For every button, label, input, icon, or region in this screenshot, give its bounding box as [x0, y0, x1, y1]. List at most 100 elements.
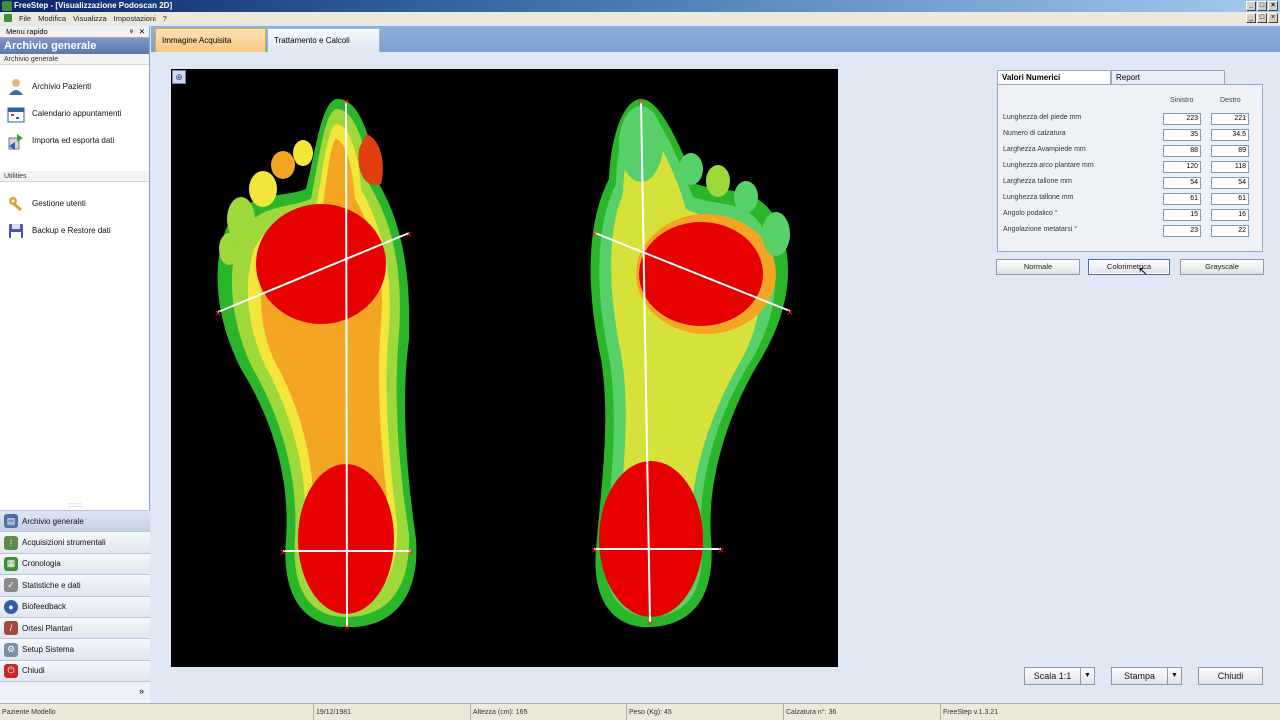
status-patient: Paziente Modello	[2, 709, 56, 716]
section-utilities: Utilities	[0, 171, 149, 182]
menu-bar: File Modifica Visualizza Impostazioni ? …	[0, 12, 1280, 24]
svg-text:×: ×	[646, 619, 654, 629]
biofeedback-icon: ●	[4, 599, 18, 614]
value-label: Lunghezza tallone mm	[1003, 194, 1074, 201]
sidebar-title: Archivio generale	[0, 38, 149, 54]
nav-acquisizioni-strumentali[interactable]: ⁞ Acquisizioni strumentali	[0, 531, 150, 553]
column-destro: Destro	[1220, 97, 1241, 104]
mdi-minimize-button[interactable]: _	[1246, 13, 1256, 23]
value-right-field[interactable]: 118	[1211, 161, 1249, 173]
value-label: Angolazione metatarsi °	[1003, 226, 1078, 233]
value-left-field[interactable]: 54	[1163, 177, 1201, 189]
status-weight: Peso (Kg): 45	[626, 704, 783, 720]
value-label: Angolo podalico °	[1003, 210, 1058, 217]
nav-statistiche[interactable]: ✓ Statistiche e dati	[0, 574, 150, 596]
tab-report[interactable]: Report	[1111, 70, 1225, 84]
nav-label: Archivio generale	[22, 516, 84, 526]
close-button[interactable]: ×	[1268, 1, 1278, 11]
svg-text:×: ×	[343, 623, 351, 633]
value-left-field[interactable]: 23	[1163, 225, 1201, 237]
mdi-close-button[interactable]: ×	[1268, 13, 1278, 23]
svg-text:×: ×	[407, 548, 415, 558]
value-right-field[interactable]: 22	[1211, 225, 1249, 237]
quick-menu-title: Menu rapido	[6, 27, 48, 36]
nav-label: Ortesi Plantari	[22, 623, 73, 633]
nav-biofeedback[interactable]: ● Biofeedback	[0, 595, 150, 617]
statistics-icon: ✓	[4, 578, 18, 593]
maximize-button[interactable]: □	[1257, 1, 1267, 11]
value-left-field[interactable]: 88	[1163, 145, 1201, 157]
close-icon[interactable]: ✕	[139, 26, 145, 38]
patient-icon	[6, 77, 26, 97]
value-left-field[interactable]: 15	[1163, 209, 1201, 221]
value-row: Lunghezza del piede mm 223 221	[1003, 113, 1261, 125]
menu-modifica[interactable]: Modifica	[38, 14, 66, 23]
tab-immagine-acquisita[interactable]: Immagine Acquisita	[155, 28, 266, 52]
column-sinistro: Sinistro	[1170, 97, 1194, 104]
colorimetrica-button[interactable]: Colorimetrica	[1088, 259, 1170, 275]
value-right-field[interactable]: 61	[1211, 193, 1249, 205]
menu-file[interactable]: File	[19, 14, 31, 23]
value-label: Lunghezza arco plantare mm	[1003, 162, 1094, 169]
svg-text:×: ×	[279, 548, 287, 558]
nav-label: Biofeedback	[22, 602, 67, 612]
dropdown-arrow-icon[interactable]: ▼	[1167, 668, 1181, 684]
nav-archivio-generale[interactable]: ▤ Archivio generale	[0, 510, 150, 532]
nav-chiudi[interactable]: ⏻ Chiudi	[0, 659, 150, 682]
normale-button[interactable]: Normale	[996, 259, 1080, 275]
sidebar-item-gestione-utenti[interactable]: Gestione utenti	[0, 190, 149, 217]
dropdown-arrow-icon[interactable]: ▼	[1080, 668, 1094, 684]
value-left-field[interactable]: 120	[1163, 161, 1201, 173]
grayscale-button[interactable]: Grayscale	[1180, 259, 1264, 275]
scale-dropdown-button[interactable]: Scala 1:1 ▼	[1024, 667, 1095, 685]
value-left-field[interactable]: 61	[1163, 193, 1201, 205]
svg-text:×: ×	[214, 309, 222, 319]
quick-menu-sidebar: Menu rapido ᵠ ✕ Archivio generale Archiv…	[0, 26, 150, 704]
tab-valori-numerici[interactable]: Valori Numerici	[997, 70, 1111, 84]
sidebar-item-label: Gestione utenti	[32, 199, 86, 208]
zoom-icon[interactable]: ⊕	[172, 70, 186, 84]
value-right-field[interactable]: 221	[1211, 113, 1249, 125]
value-left-field[interactable]: 223	[1163, 113, 1201, 125]
chevron-icon[interactable]: »	[139, 686, 144, 696]
mdi-restore-button[interactable]: □	[1257, 13, 1267, 23]
nav-cronologia[interactable]: ▦ Cronologia	[0, 552, 150, 575]
footprints-icon: ⁞	[4, 535, 18, 550]
value-right-field[interactable]: 54	[1211, 177, 1249, 189]
archive-icon: ▤	[4, 514, 18, 529]
tab-trattamento-calcoli[interactable]: Trattamento e Calcoli	[267, 28, 380, 52]
setup-icon: ⚙	[4, 642, 18, 657]
value-right-field[interactable]: 34.5	[1211, 129, 1249, 141]
nav-setup-sistema[interactable]: ⚙ Setup Sistema	[0, 638, 150, 660]
nav-label: Statistiche e dati	[22, 580, 81, 590]
value-row: Lunghezza tallone mm 61 61	[1003, 193, 1261, 205]
svg-text:×: ×	[342, 98, 350, 108]
sidebar-item-importa-esporta[interactable]: Importa ed esporta dati	[0, 127, 149, 154]
menu-visualizza[interactable]: Visualizza	[73, 14, 107, 23]
sidebar-item-archivio-pazienti[interactable]: Archivio Pazienti	[0, 73, 149, 100]
status-version: FreeStep v.1.3.21	[940, 704, 1280, 720]
left-foot-print	[217, 98, 417, 628]
value-row: Numero di calzatura 35 34.5	[1003, 129, 1261, 141]
value-left-field[interactable]: 35	[1163, 129, 1201, 141]
minimize-button[interactable]: _	[1246, 1, 1256, 11]
foot-scan-image[interactable]: × × × × × × × × × × × ×	[171, 69, 838, 667]
navigation-pane: :::::::: ▤ Archivio generale ⁞ Acquisizi…	[0, 503, 150, 704]
print-dropdown-button[interactable]: Stampa ▼	[1111, 667, 1182, 685]
value-row: Larghezza tallone mm 54 54	[1003, 177, 1261, 189]
calendar-icon	[6, 104, 26, 124]
nav-ortesi-plantari[interactable]: / Ortesi Plantari	[0, 616, 150, 639]
document-icon[interactable]	[4, 14, 12, 22]
main-area: Immagine Acquisita Trattamento e Calcoli	[151, 26, 1280, 702]
chiudi-button[interactable]: Chiudi	[1198, 667, 1263, 685]
value-right-field[interactable]: 16	[1211, 209, 1249, 221]
right-foot-print	[590, 99, 790, 628]
sidebar-item-backup[interactable]: Backup e Restore dati	[0, 217, 149, 244]
value-right-field[interactable]: 89	[1211, 145, 1249, 157]
sidebar-item-calendario[interactable]: Calendario appuntamenti	[0, 100, 149, 127]
nav-footer: »	[0, 681, 150, 704]
values-tabs: Valori Numerici Report	[997, 70, 1225, 84]
menu-impostazioni[interactable]: Impostazioni	[114, 14, 156, 23]
menu-help[interactable]: ?	[163, 14, 167, 23]
pin-icon[interactable]: ᵠ	[130, 26, 133, 38]
